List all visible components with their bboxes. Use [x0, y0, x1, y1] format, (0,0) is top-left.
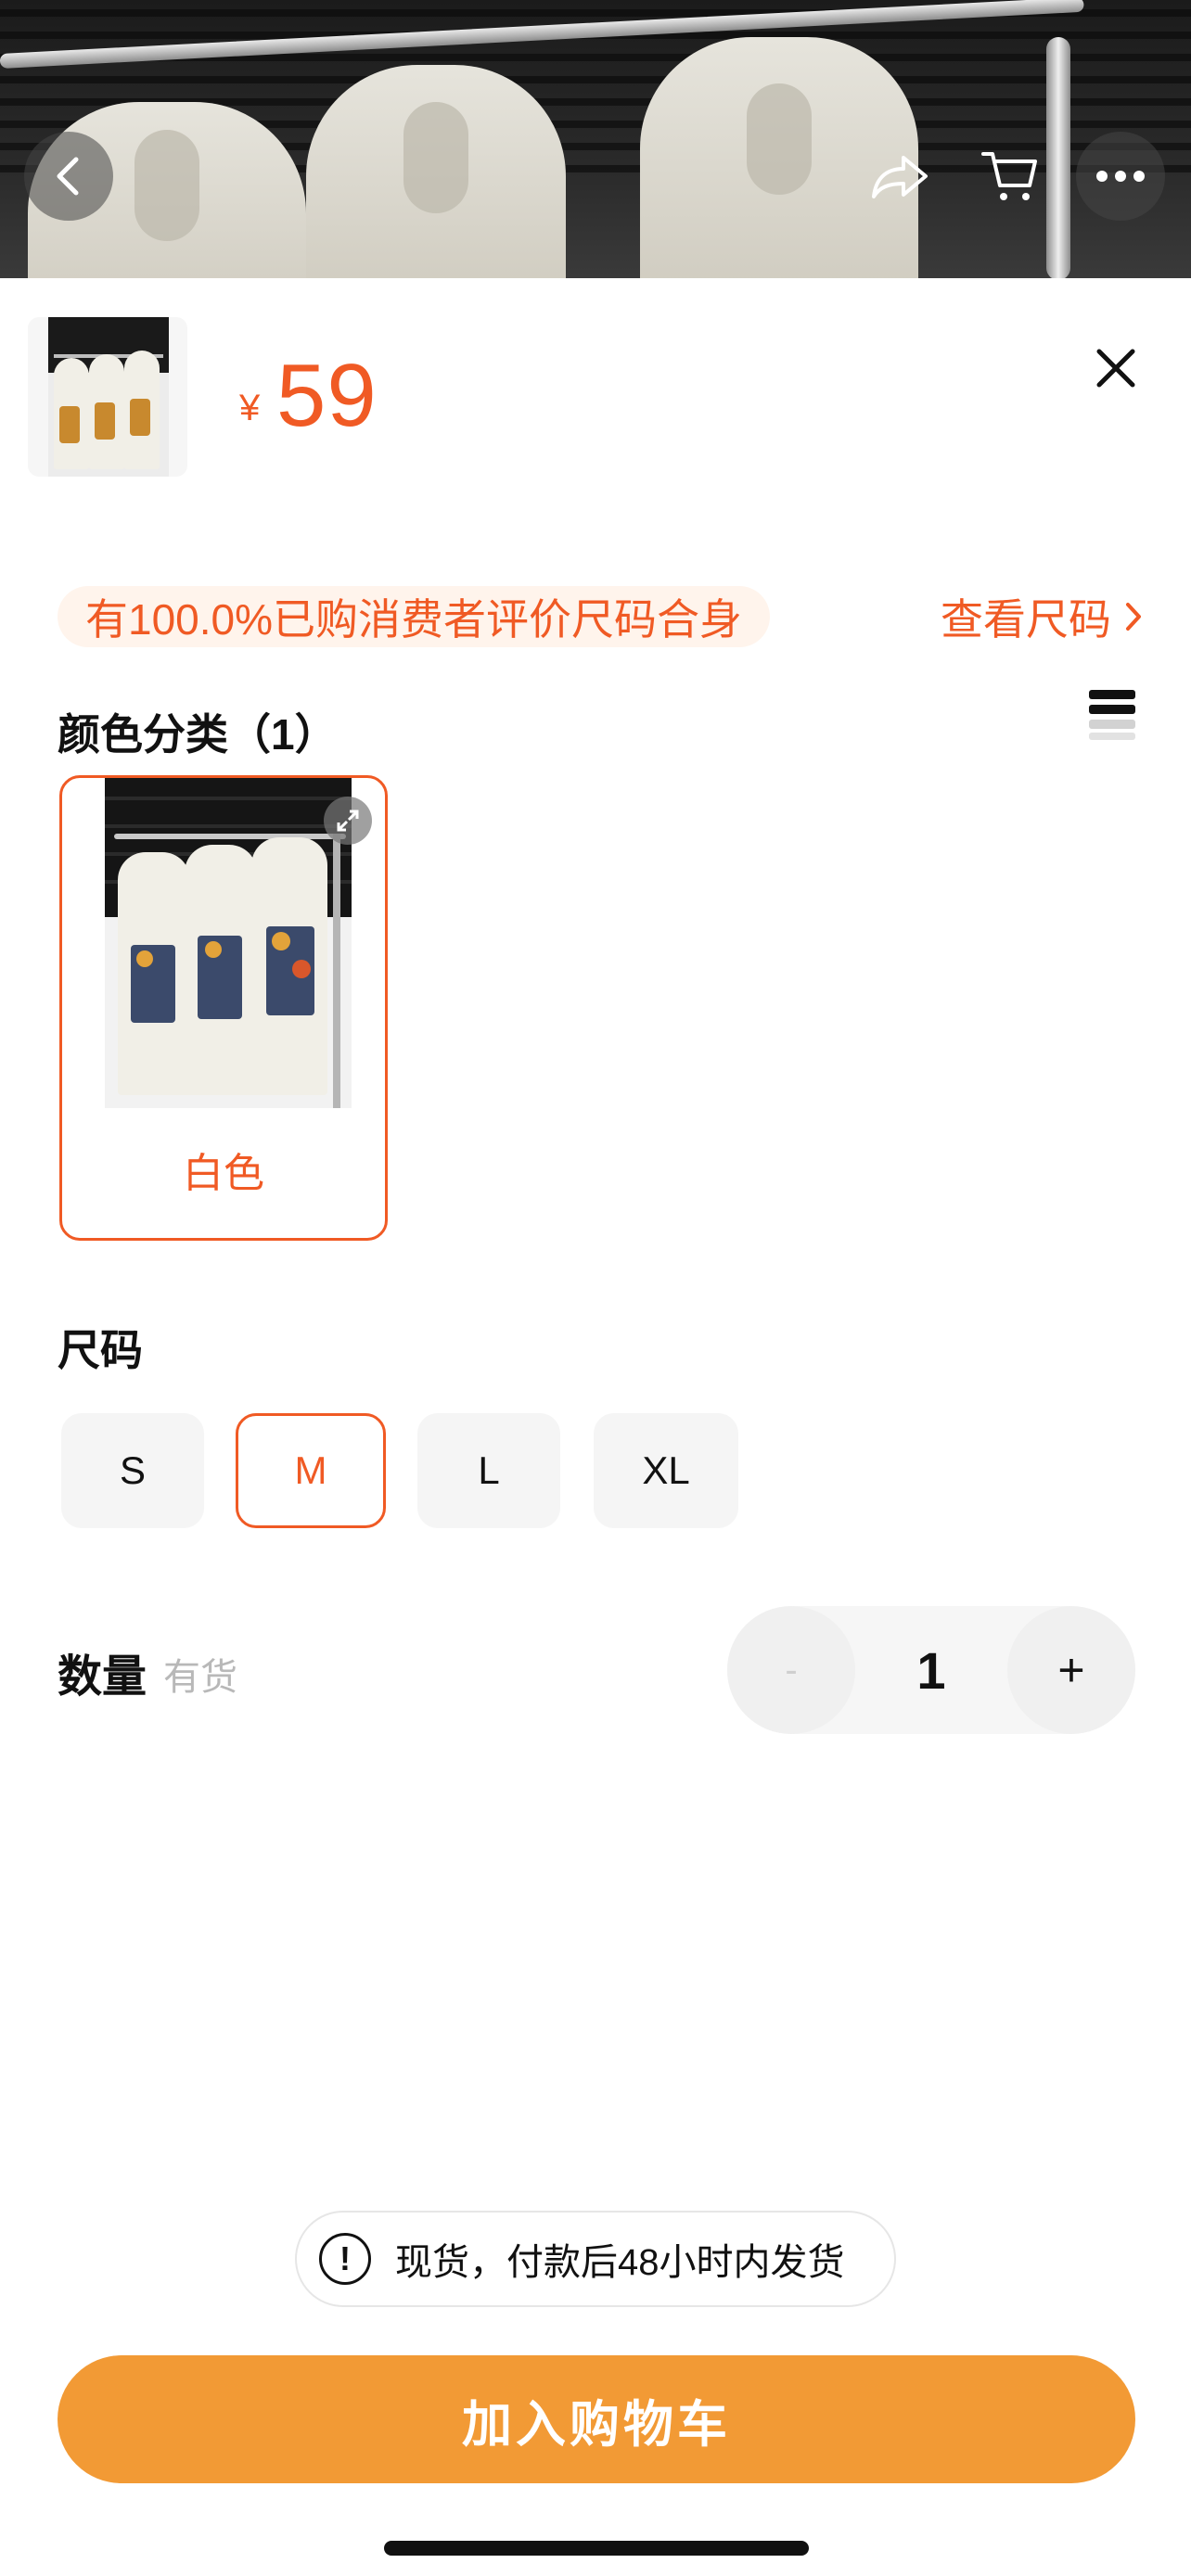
size-option-label: XL	[642, 1448, 690, 1492]
add-to-cart-button[interactable]: 加入购物车	[58, 2355, 1135, 2483]
size-option-l[interactable]: L	[417, 1413, 560, 1528]
exclamation-icon: !	[319, 2233, 371, 2285]
more-icon	[1096, 171, 1145, 182]
more-button[interactable]	[1076, 132, 1165, 221]
share-icon	[872, 156, 928, 198]
shipping-notice: ! 现货，付款后48小时内发货	[295, 2211, 896, 2307]
decrement-button[interactable]: -	[727, 1606, 855, 1734]
size-option-label: L	[478, 1448, 500, 1492]
size-chart-link[interactable]: 查看尺码	[941, 586, 1143, 647]
add-to-cart-label: 加入购物车	[462, 2396, 731, 2453]
size-option-xl[interactable]: XL	[594, 1413, 738, 1528]
plus-icon: +	[1057, 1644, 1085, 1696]
expand-image-button[interactable]	[324, 797, 372, 845]
quantity-value[interactable]: 1	[855, 1606, 1007, 1734]
size-option-label: M	[294, 1448, 327, 1492]
size-fit-notice-text: 有100.0%已购消费者评价尺码合身	[85, 595, 743, 644]
sku-selector-sheet: ¥ 59 有100.0%已购消费者评价尺码合身 查看尺码 颜色分类（1） 白色 …	[0, 278, 1191, 2576]
price-value: 59	[276, 346, 378, 445]
product-thumbnail-image	[48, 317, 169, 477]
shipping-notice-text: 现货，付款后48小时内发货	[395, 2242, 845, 2283]
chevron-right-icon	[1126, 603, 1141, 631]
increment-button[interactable]: +	[1007, 1606, 1135, 1734]
list-view-toggle[interactable]	[1089, 690, 1135, 742]
size-option-label: S	[119, 1448, 146, 1492]
color-option-image	[105, 778, 352, 1108]
size-option-m[interactable]: M	[236, 1413, 386, 1528]
color-option-label: 白色	[183, 1151, 264, 1196]
cart-button[interactable]	[965, 132, 1054, 221]
product-image-backdrop	[0, 0, 1191, 278]
color-section-title: 颜色分类（1）	[58, 710, 338, 759]
color-option-white[interactable]: 白色	[59, 775, 388, 1241]
close-icon	[1096, 349, 1135, 388]
share-button[interactable]	[855, 132, 944, 221]
product-thumbnail[interactable]	[28, 317, 187, 477]
chevron-left-icon	[57, 157, 79, 196]
expand-icon	[337, 810, 359, 832]
stock-status: 有货	[163, 1657, 237, 1698]
home-indicator	[384, 2541, 809, 2556]
size-fit-notice: 有100.0%已购消费者评价尺码合身	[58, 586, 771, 647]
quantity-stepper: - 1 +	[727, 1606, 1135, 1734]
size-chart-link-label: 查看尺码	[941, 595, 1111, 644]
quantity-label: 数量	[58, 1652, 147, 1702]
close-button[interactable]	[1085, 338, 1146, 399]
cart-icon	[981, 152, 1037, 200]
back-button[interactable]	[24, 132, 113, 221]
size-section-title: 尺码	[58, 1326, 143, 1374]
minus-icon: -	[785, 1649, 798, 1690]
size-option-s[interactable]: S	[61, 1413, 204, 1528]
price-currency: ¥	[239, 388, 261, 428]
